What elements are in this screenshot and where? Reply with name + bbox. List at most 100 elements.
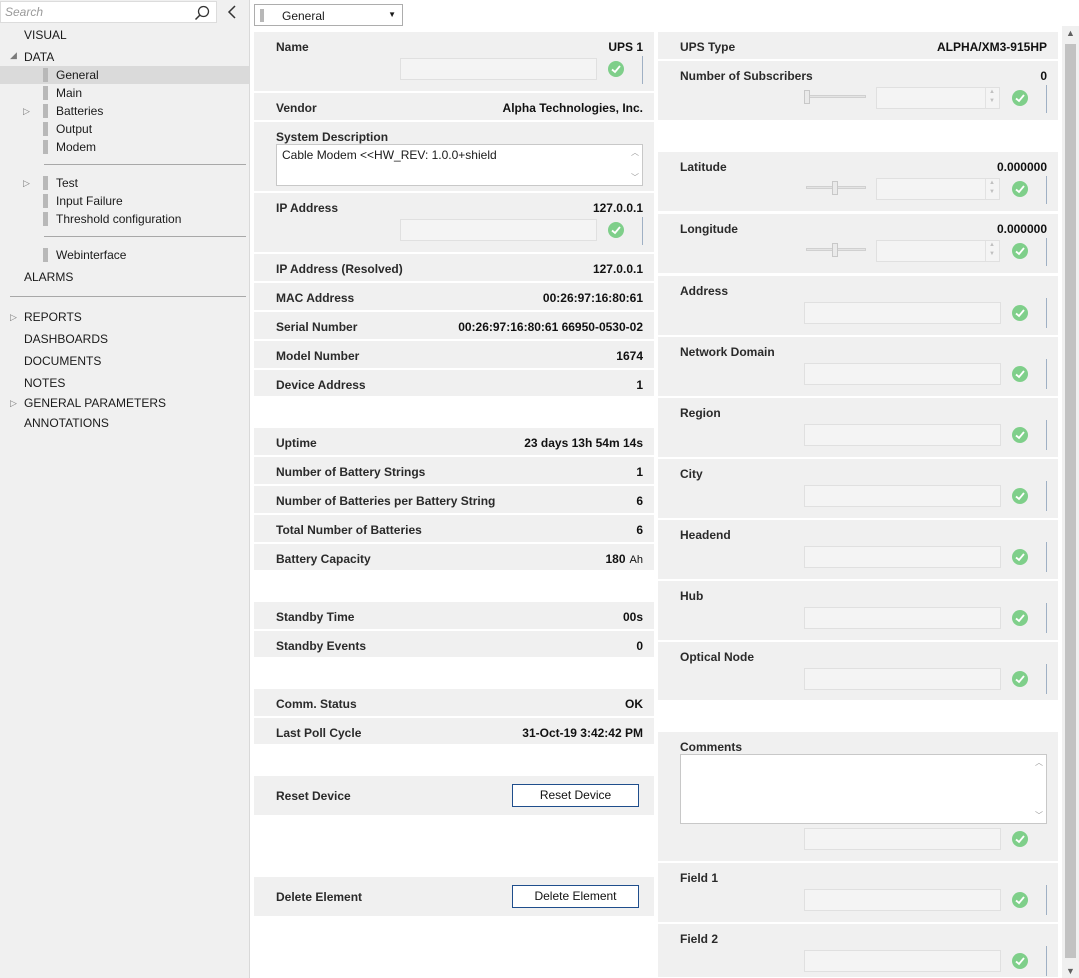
check-icon[interactable] xyxy=(1012,90,1028,106)
check-icon[interactable] xyxy=(1012,366,1028,382)
spin-up-icon[interactable]: ▲ xyxy=(989,242,995,248)
nav-notes[interactable]: NOTES xyxy=(24,374,65,392)
nav-data-main[interactable]: Main xyxy=(0,84,249,102)
row-value: 23 days 13h 54m 14s xyxy=(524,436,643,450)
chevron-down-icon[interactable]: ▼ xyxy=(388,10,396,19)
expanded-arrow-icon[interactable]: ◢ xyxy=(10,50,17,61)
check-icon[interactable] xyxy=(1012,953,1028,969)
check-icon[interactable] xyxy=(1012,427,1028,443)
scroll-down-icon[interactable]: ﹀ xyxy=(631,172,639,183)
check-icon[interactable] xyxy=(608,61,624,77)
row-last-poll-cycle: Last Poll Cycle 31-Oct-19 3:42:42 PM xyxy=(254,718,654,745)
check-icon[interactable] xyxy=(1012,243,1028,259)
nav-webinterface[interactable]: Webinterface xyxy=(0,246,249,264)
nav-reports[interactable]: REPORTS xyxy=(24,308,82,326)
view-select[interactable]: General ▼ xyxy=(254,4,403,26)
check-icon[interactable] xyxy=(1012,305,1028,321)
delete-element-button[interactable]: Delete Element xyxy=(512,885,639,908)
check-icon[interactable] xyxy=(1012,181,1028,197)
hub-input[interactable] xyxy=(804,607,1001,629)
collapsed-arrow-icon[interactable]: ▷ xyxy=(10,394,17,412)
subscribers-slider[interactable] xyxy=(806,95,866,98)
row-model-number: Model Number 1674 xyxy=(254,341,654,369)
row-label: System Description xyxy=(276,130,389,144)
row-field-2: Field 2 xyxy=(658,924,1058,978)
collapsed-arrow-icon[interactable]: ▷ xyxy=(23,102,30,120)
scroll-up-icon[interactable]: ︿ xyxy=(631,147,639,158)
divider xyxy=(1046,298,1047,328)
check-icon[interactable] xyxy=(1012,671,1028,687)
network-domain-input[interactable] xyxy=(804,363,1001,385)
latitude-input[interactable]: ▲ ▼ xyxy=(876,178,1000,200)
nav-data-general[interactable]: General xyxy=(0,66,249,84)
field-2-input[interactable] xyxy=(804,950,1001,972)
scroll-up-icon[interactable]: ︿ xyxy=(1035,757,1043,768)
vertical-scrollbar[interactable]: ▲ ▼ xyxy=(1062,26,1079,978)
row-value: 180 Ah xyxy=(606,552,644,566)
row-label: MAC Address xyxy=(276,291,355,305)
spin-down-icon[interactable]: ▼ xyxy=(989,98,995,104)
search-input[interactable] xyxy=(5,4,185,20)
city-input[interactable] xyxy=(804,485,1001,507)
row-label: Address xyxy=(680,284,729,298)
address-input[interactable] xyxy=(804,302,1001,324)
collapse-sidebar-icon[interactable] xyxy=(224,4,240,20)
search-box[interactable] xyxy=(0,1,217,23)
spin-down-icon[interactable]: ▼ xyxy=(989,251,995,257)
collapsed-arrow-icon[interactable]: ▷ xyxy=(10,308,17,326)
reset-device-button[interactable]: Reset Device xyxy=(512,784,639,807)
nav-documents[interactable]: DOCUMENTS xyxy=(24,352,101,370)
row-field-1: Field 1 xyxy=(658,863,1058,923)
check-icon[interactable] xyxy=(1012,488,1028,504)
row-label: Network Domain xyxy=(680,345,775,359)
row-delete-element: Delete Element Delete Element xyxy=(254,877,654,917)
row-label: Battery Capacity xyxy=(276,552,371,566)
scrollbar-thumb[interactable] xyxy=(1065,44,1076,958)
spin-down-icon[interactable]: ▼ xyxy=(989,189,995,195)
divider xyxy=(44,236,246,237)
nav-data-output[interactable]: Output xyxy=(0,120,249,138)
nav-general-parameters[interactable]: GENERAL PARAMETERS xyxy=(24,394,166,412)
name-input[interactable] xyxy=(400,58,597,80)
scroll-down-icon[interactable]: ﹀ xyxy=(1035,810,1043,821)
nav-threshold-configuration[interactable]: Threshold configuration xyxy=(0,210,249,228)
longitude-input[interactable]: ▲ ▼ xyxy=(876,240,1000,262)
check-icon[interactable] xyxy=(1012,610,1028,626)
nav-visual[interactable]: VISUAL xyxy=(24,26,67,44)
nav-data-modem[interactable]: Modem xyxy=(0,138,249,156)
scroll-up-icon[interactable]: ▲ xyxy=(1066,28,1075,38)
longitude-slider-thumb[interactable] xyxy=(832,243,838,257)
subscribers-input[interactable]: ▲ ▼ xyxy=(876,87,1000,109)
check-icon[interactable] xyxy=(1012,892,1028,908)
check-icon[interactable] xyxy=(608,222,624,238)
comments-input[interactable] xyxy=(804,828,1001,850)
latitude-slider-thumb[interactable] xyxy=(832,181,838,195)
nav-alarms[interactable]: ALARMS xyxy=(24,268,73,286)
nav-data-batteries[interactable]: ▷ Batteries xyxy=(0,102,249,120)
check-icon[interactable] xyxy=(1012,831,1028,847)
spinner[interactable]: ▲ ▼ xyxy=(985,241,999,261)
headend-input[interactable] xyxy=(804,546,1001,568)
spinner[interactable]: ▲ ▼ xyxy=(985,179,999,199)
subscribers-slider-thumb[interactable] xyxy=(804,90,810,104)
region-input[interactable] xyxy=(804,424,1001,446)
row-headend: Headend xyxy=(658,520,1058,580)
nav-input-failure[interactable]: Input Failure xyxy=(0,192,249,210)
collapsed-arrow-icon[interactable]: ▷ xyxy=(23,174,30,192)
ip-address-input[interactable] xyxy=(400,219,597,241)
nav-data[interactable]: DATA xyxy=(24,48,54,66)
nav-dashboards[interactable]: DASHBOARDS xyxy=(24,330,108,348)
field-1-input[interactable] xyxy=(804,889,1001,911)
row-name: Name UPS 1 xyxy=(254,32,654,92)
system-description-textarea[interactable]: Cable Modem <<HW_REV: 1.0.0+shield ︿ ﹀ xyxy=(276,144,643,186)
search-icon[interactable] xyxy=(194,5,210,21)
check-icon[interactable] xyxy=(1012,549,1028,565)
nav-test[interactable]: ▷ Test xyxy=(0,174,249,192)
comments-textarea[interactable]: ︿ ﹀ xyxy=(680,754,1047,824)
spin-up-icon[interactable]: ▲ xyxy=(989,180,995,186)
optical-node-input[interactable] xyxy=(804,668,1001,690)
scroll-down-icon[interactable]: ▼ xyxy=(1066,966,1075,976)
spinner[interactable]: ▲ ▼ xyxy=(985,88,999,108)
nav-annotations[interactable]: ANNOTATIONS xyxy=(24,414,109,432)
spin-up-icon[interactable]: ▲ xyxy=(989,89,995,95)
